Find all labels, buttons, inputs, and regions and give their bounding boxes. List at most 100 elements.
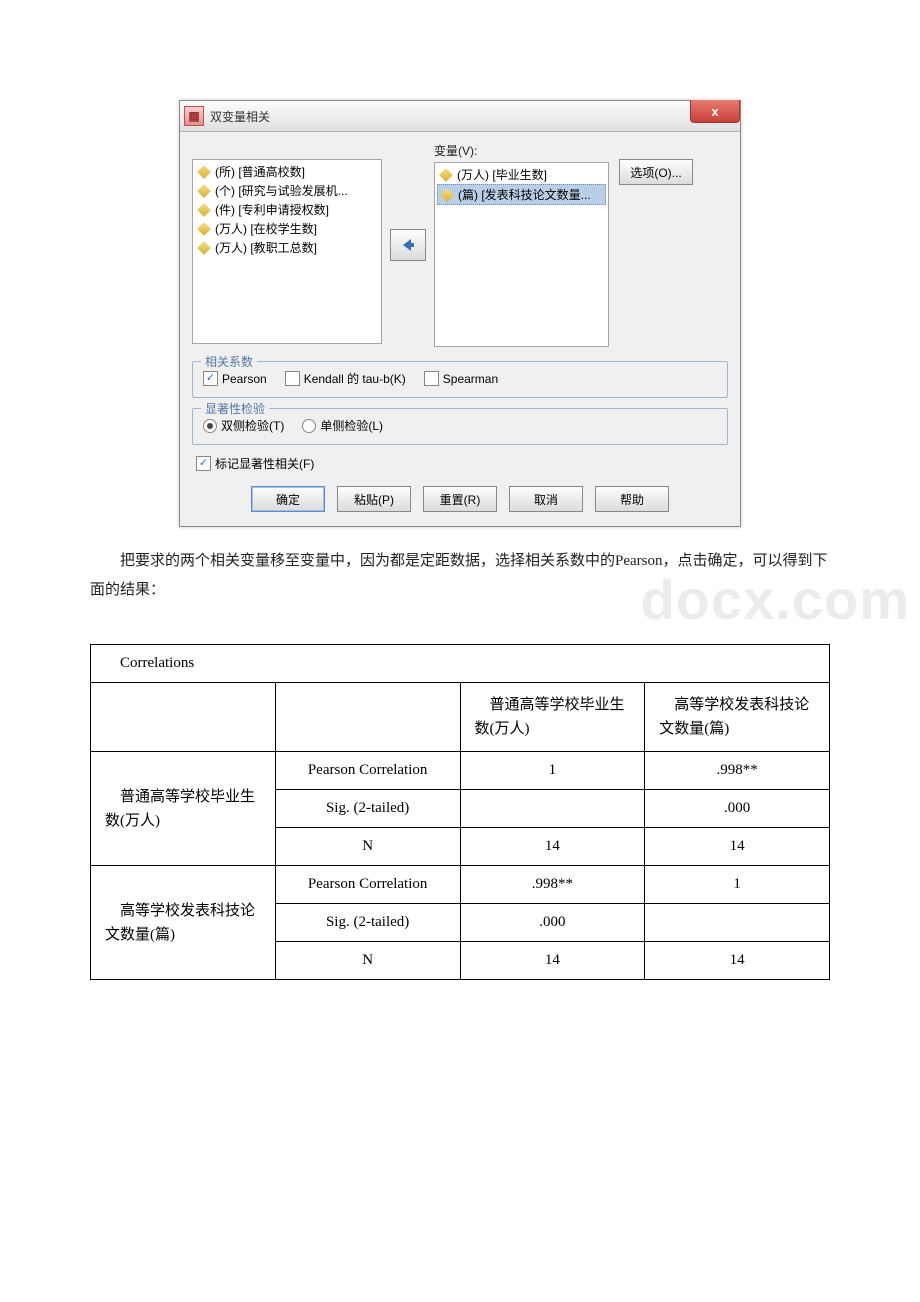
cell-value: .000	[460, 904, 645, 942]
options-button[interactable]: 选项(O)...	[619, 159, 693, 185]
ruler-icon	[197, 203, 211, 217]
two-tailed-radio[interactable]	[203, 419, 217, 433]
available-vars-list[interactable]: (所) [普通高校数] (个) [研究与试验发展机... (件) [专利申请授权…	[192, 159, 382, 344]
paste-label: 粘贴(P)	[354, 491, 394, 508]
ruler-icon	[439, 168, 453, 182]
col1-text: 普通高等学校毕业生数(万人)	[475, 697, 625, 737]
dialog-title: 双变量相关	[210, 108, 270, 125]
cell-value	[460, 790, 645, 828]
var-label: (篇) [发表科技论文数量...	[458, 186, 591, 203]
cell-value: 14	[645, 828, 830, 866]
close-button[interactable]: x	[690, 100, 740, 123]
col2-text: 高等学校发表科技论文数量(篇)	[659, 697, 809, 737]
blank-cell	[275, 683, 460, 752]
ok-button[interactable]: 确定	[251, 486, 325, 512]
cell-value: 14	[460, 828, 645, 866]
correlations-table: Correlations 普通高等学校毕业生数(万人) 高等学校发表科技论文数量…	[90, 644, 830, 980]
coefficients-legend: 相关系数	[201, 353, 257, 370]
app-icon: ▦	[184, 106, 204, 126]
blank-label	[192, 142, 382, 156]
coefficients-group: 相关系数 Pearson Kendall 的 tau-b(K) Spearman	[192, 361, 728, 398]
table-title-text: Correlations	[120, 655, 194, 671]
help-button[interactable]: 帮助	[595, 486, 669, 512]
page: ▦ 双变量相关 x (所) [普通高校数] (个) [研究与试验发展机... (…	[0, 0, 920, 1040]
cell-value: .998**	[645, 752, 830, 790]
description-paragraph: 把要求的两个相关变量移至变量中，因为都是定距数据，选择相关系数中的Pearson…	[90, 547, 830, 604]
variables-row: (所) [普通高校数] (个) [研究与试验发展机... (件) [专利申请授权…	[192, 142, 728, 347]
list-item[interactable]: (所) [普通高校数]	[195, 162, 379, 181]
cell-value: 1	[460, 752, 645, 790]
flag-label: 标记显著性相关(F)	[215, 455, 314, 472]
pearson-option[interactable]: Pearson	[203, 371, 267, 386]
transfer-col	[382, 229, 434, 261]
stat-pearson: Pearson Correlation	[275, 752, 460, 790]
reset-label: 重置(R)	[440, 491, 481, 508]
var-label: (件) [专利申请授权数]	[215, 201, 329, 218]
spearman-label: Spearman	[443, 372, 498, 386]
bivariate-dialog: ▦ 双变量相关 x (所) [普通高校数] (个) [研究与试验发展机... (…	[179, 100, 741, 527]
table-row: 高等学校发表科技论文数量(篇) Pearson Correlation .998…	[91, 866, 830, 904]
col-header-2: 高等学校发表科技论文数量(篇)	[645, 683, 830, 752]
row1-text: 普通高等学校毕业生数(万人)	[105, 789, 255, 829]
kendall-label: Kendall 的 tau-b(K)	[304, 370, 406, 387]
cell-value: 14	[460, 942, 645, 980]
pearson-checkbox[interactable]	[203, 371, 218, 386]
ruler-icon	[440, 188, 454, 202]
list-item[interactable]: (万人) [在校学生数]	[195, 219, 379, 238]
cell-value: 1	[645, 866, 830, 904]
cell-value	[645, 904, 830, 942]
kendall-option[interactable]: Kendall 的 tau-b(K)	[285, 370, 406, 387]
list-item[interactable]: (个) [研究与试验发展机...	[195, 181, 379, 200]
reset-button[interactable]: 重置(R)	[423, 486, 497, 512]
one-tailed-option[interactable]: 单侧检验(L)	[302, 417, 383, 434]
var-label: (所) [普通高校数]	[215, 163, 305, 180]
var-label: (万人) [毕业生数]	[457, 166, 547, 183]
variables-label: 变量(V):	[434, 142, 609, 159]
list-item[interactable]: (万人) [教职工总数]	[195, 238, 379, 257]
move-left-button[interactable]	[390, 229, 426, 261]
row2-text: 高等学校发表科技论文数量(篇)	[105, 903, 255, 943]
one-tailed-radio[interactable]	[302, 419, 316, 433]
side-buttons-col: 选项(O)...	[609, 142, 693, 185]
table-row: 普通高等学校毕业生数(万人) Pearson Correlation 1 .99…	[91, 752, 830, 790]
two-tailed-option[interactable]: 双侧检验(T)	[203, 417, 284, 434]
coef-row: Pearson Kendall 的 tau-b(K) Spearman	[203, 370, 717, 387]
row1-label: 普通高等学校毕业生数(万人)	[91, 752, 276, 866]
spearman-option[interactable]: Spearman	[424, 371, 498, 386]
table-row: 普通高等学校毕业生数(万人) 高等学校发表科技论文数量(篇)	[91, 683, 830, 752]
table-row: Correlations	[91, 645, 830, 683]
selected-vars-col: 变量(V): (万人) [毕业生数] (篇) [发表科技论文数量...	[434, 142, 609, 347]
spearman-checkbox[interactable]	[424, 371, 439, 386]
col-header-1: 普通高等学校毕业生数(万人)	[460, 683, 645, 752]
button-row: 确定 粘贴(P) 重置(R) 取消 帮助	[192, 486, 728, 512]
var-label: (个) [研究与试验发展机...	[215, 182, 348, 199]
list-item[interactable]: (万人) [毕业生数]	[437, 165, 606, 184]
ruler-icon	[197, 222, 211, 236]
available-vars-col: (所) [普通高校数] (个) [研究与试验发展机... (件) [专利申请授权…	[192, 142, 382, 344]
cell-value: .000	[645, 790, 830, 828]
significance-group: 显著性检验 双侧检验(T) 单侧检验(L)	[192, 408, 728, 445]
stat-sig: Sig. (2-tailed)	[275, 790, 460, 828]
stat-pearson: Pearson Correlation	[275, 866, 460, 904]
ruler-icon	[197, 184, 211, 198]
cell-value: .998**	[460, 866, 645, 904]
row2-label: 高等学校发表科技论文数量(篇)	[91, 866, 276, 980]
selected-vars-list[interactable]: (万人) [毕业生数] (篇) [发表科技论文数量...	[434, 162, 609, 347]
ok-label: 确定	[276, 491, 300, 508]
list-item[interactable]: (篇) [发表科技论文数量...	[437, 184, 606, 205]
kendall-checkbox[interactable]	[285, 371, 300, 386]
cancel-button[interactable]: 取消	[509, 486, 583, 512]
paste-button[interactable]: 粘贴(P)	[337, 486, 411, 512]
cancel-label: 取消	[534, 491, 558, 508]
sig-row: 双侧检验(T) 单侧检验(L)	[203, 417, 717, 434]
list-item[interactable]: (件) [专利申请授权数]	[195, 200, 379, 219]
dialog-titlebar: ▦ 双变量相关 x	[180, 101, 740, 132]
blank-cell	[91, 683, 276, 752]
options-label: 选项(O)...	[630, 164, 681, 181]
flag-checkbox[interactable]	[196, 456, 211, 471]
one-tailed-label: 单侧检验(L)	[320, 417, 383, 434]
dialog-body: (所) [普通高校数] (个) [研究与试验发展机... (件) [专利申请授权…	[180, 132, 740, 526]
stat-sig: Sig. (2-tailed)	[275, 904, 460, 942]
stat-n: N	[275, 942, 460, 980]
flag-option[interactable]: 标记显著性相关(F)	[196, 455, 314, 472]
